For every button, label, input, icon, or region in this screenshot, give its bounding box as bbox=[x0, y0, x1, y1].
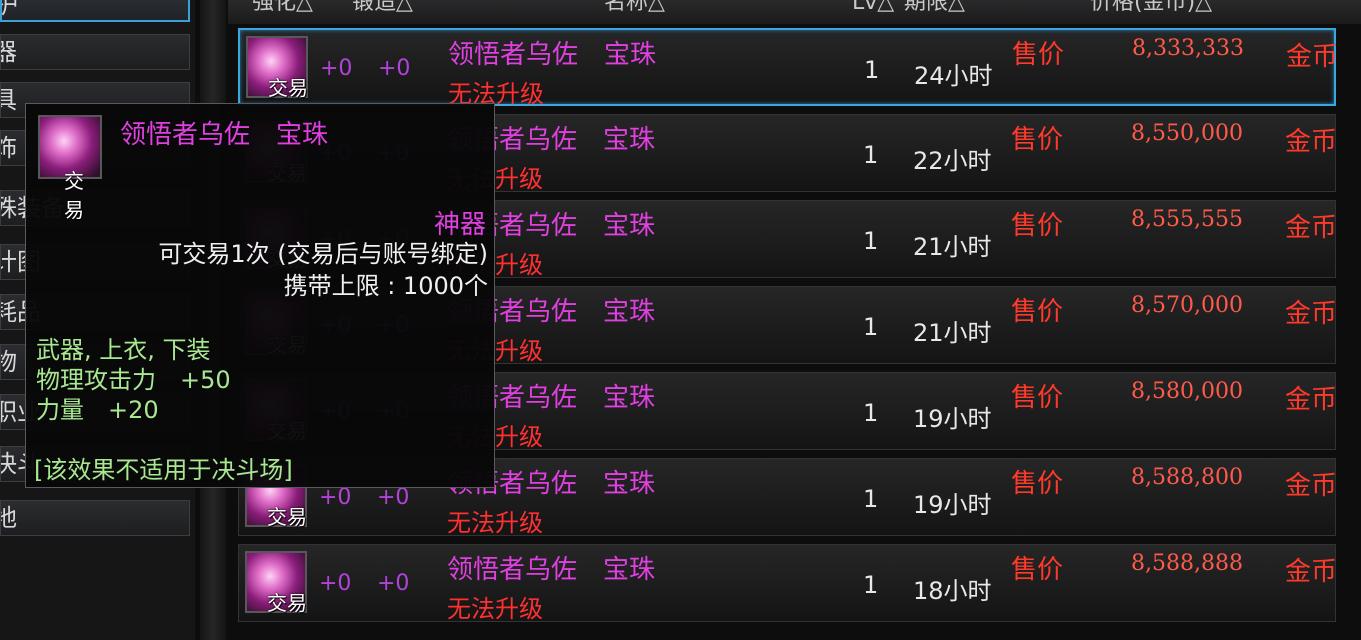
sidebar-item-label: 地 bbox=[1, 504, 17, 532]
tooltip-note: [该效果不适用于决斗场] bbox=[34, 456, 293, 484]
item-name: 领悟者乌佐 宝珠 bbox=[447, 555, 656, 585]
sidebar-item-label: 器 bbox=[1, 38, 17, 66]
item-duration: 22小时 bbox=[913, 147, 992, 175]
item-duration: 24小时 bbox=[914, 62, 993, 90]
sell-label: 售价 bbox=[1011, 383, 1064, 413]
trade-tag: 交易 bbox=[267, 505, 307, 529]
item-duration: 18小时 bbox=[913, 577, 992, 605]
column-level[interactable]: Lv△ bbox=[852, 0, 894, 14]
item-price: 8,588,888 bbox=[1131, 551, 1243, 576]
column-forge[interactable]: 锻造△ bbox=[352, 0, 413, 14]
item-tooltip: 交易 领悟者乌佐 宝珠 神器 可交易1次 (交易后与账号绑定) 携带上限 : 1… bbox=[25, 103, 495, 488]
trade-tag: 交易 bbox=[268, 76, 308, 100]
item-duration: 19小时 bbox=[913, 405, 992, 433]
item-price: 8,570,000 bbox=[1131, 293, 1243, 318]
enhance-value: +0 bbox=[320, 56, 353, 81]
item-name: 领悟者乌佐 宝珠 bbox=[448, 40, 657, 70]
upgrade-status: 无法升级 bbox=[447, 509, 543, 537]
sidebar-item-label: 护 bbox=[2, 0, 18, 19]
tooltip-trade-info: 可交易1次 (交易后与账号绑定) bbox=[158, 240, 488, 268]
sell-label: 售价 bbox=[1011, 297, 1064, 327]
item-level: 1 bbox=[864, 56, 880, 84]
enhance-value: +0 bbox=[319, 571, 352, 596]
tooltip-carry-limit: 携带上限 : 1000个 bbox=[283, 272, 488, 300]
listing-row[interactable]: 交易 +0 +0 领悟者乌佐 宝珠 无法升级 1 18小时 售价 8,588,8… bbox=[238, 544, 1338, 623]
sidebar-item-label: 物 bbox=[1, 348, 17, 376]
sell-label: 售价 bbox=[1011, 555, 1064, 585]
auction-window: 护 器 具 饰 殊装备 计图 耗品 物 职业 决斗 地 强化△ 锻造△ 名称△ … bbox=[0, 0, 1361, 640]
item-level: 1 bbox=[863, 571, 879, 599]
sidebar-item-armor[interactable]: 护 bbox=[0, 0, 190, 22]
enhance-value: +0 bbox=[319, 485, 352, 510]
item-price: 8,555,555 bbox=[1131, 207, 1243, 232]
item-duration: 21小时 bbox=[913, 233, 992, 261]
sidebar-item-label: 具 bbox=[1, 86, 17, 114]
forge-value: +0 bbox=[378, 56, 411, 81]
item-duration: 19小时 bbox=[913, 491, 992, 519]
tooltip-title: 领悟者乌佐 宝珠 bbox=[120, 120, 329, 150]
item-price: 8,333,333 bbox=[1132, 36, 1244, 61]
column-enhance[interactable]: 强化△ bbox=[252, 0, 313, 14]
currency-label: 金币 bbox=[1285, 213, 1338, 243]
sidebar-item-label: 饰 bbox=[1, 134, 17, 162]
forge-value: +0 bbox=[377, 571, 410, 596]
item-duration: 21小时 bbox=[913, 319, 992, 347]
upgrade-status: 无法升级 bbox=[447, 595, 543, 623]
column-name[interactable]: 名称△ bbox=[604, 0, 665, 14]
item-price: 8,588,800 bbox=[1131, 465, 1243, 490]
sell-label: 售价 bbox=[1012, 40, 1065, 70]
currency-label: 金币 bbox=[1285, 127, 1338, 157]
currency-label: 金币 bbox=[1286, 42, 1339, 72]
tooltip-stat-strength: 力量 +20 bbox=[36, 396, 159, 424]
column-duration[interactable]: 期限△ bbox=[904, 0, 965, 14]
currency-label: 金币 bbox=[1285, 385, 1338, 415]
sidebar-item-weapon[interactable]: 器 bbox=[0, 34, 190, 70]
sell-label: 售价 bbox=[1011, 211, 1064, 241]
item-level: 1 bbox=[863, 399, 879, 427]
sell-label: 售价 bbox=[1011, 125, 1064, 155]
trade-tag: 交易 bbox=[64, 169, 84, 222]
item-price: 8,580,000 bbox=[1131, 379, 1243, 404]
currency-label: 金币 bbox=[1285, 471, 1338, 501]
item-price: 8,550,000 bbox=[1131, 121, 1243, 146]
item-level: 1 bbox=[863, 313, 879, 341]
orb-item-icon: 交易 bbox=[38, 115, 102, 222]
sell-label: 售价 bbox=[1011, 469, 1064, 499]
listing-row[interactable]: 交易 +0 +0 领悟者乌佐 宝珠 无法升级 1 24小时 售价 8,333,3… bbox=[238, 28, 1339, 108]
currency-label: 金币 bbox=[1285, 299, 1338, 329]
item-level: 1 bbox=[863, 227, 879, 255]
item-level: 1 bbox=[863, 485, 879, 513]
forge-value: +0 bbox=[377, 485, 410, 510]
orb-item-icon: 交易 bbox=[246, 36, 308, 100]
orb-item-icon: 交易 bbox=[245, 551, 307, 615]
column-header: 强化△ 锻造△ 名称△ Lv△ 期限△ 价格(金币)△ bbox=[228, 0, 1361, 24]
sidebar-item-land[interactable]: 地 bbox=[0, 500, 190, 536]
column-price[interactable]: 价格(金币)△ bbox=[1090, 0, 1212, 14]
item-level: 1 bbox=[863, 141, 879, 169]
trade-tag: 交易 bbox=[267, 591, 307, 615]
currency-label: 金币 bbox=[1285, 557, 1338, 587]
